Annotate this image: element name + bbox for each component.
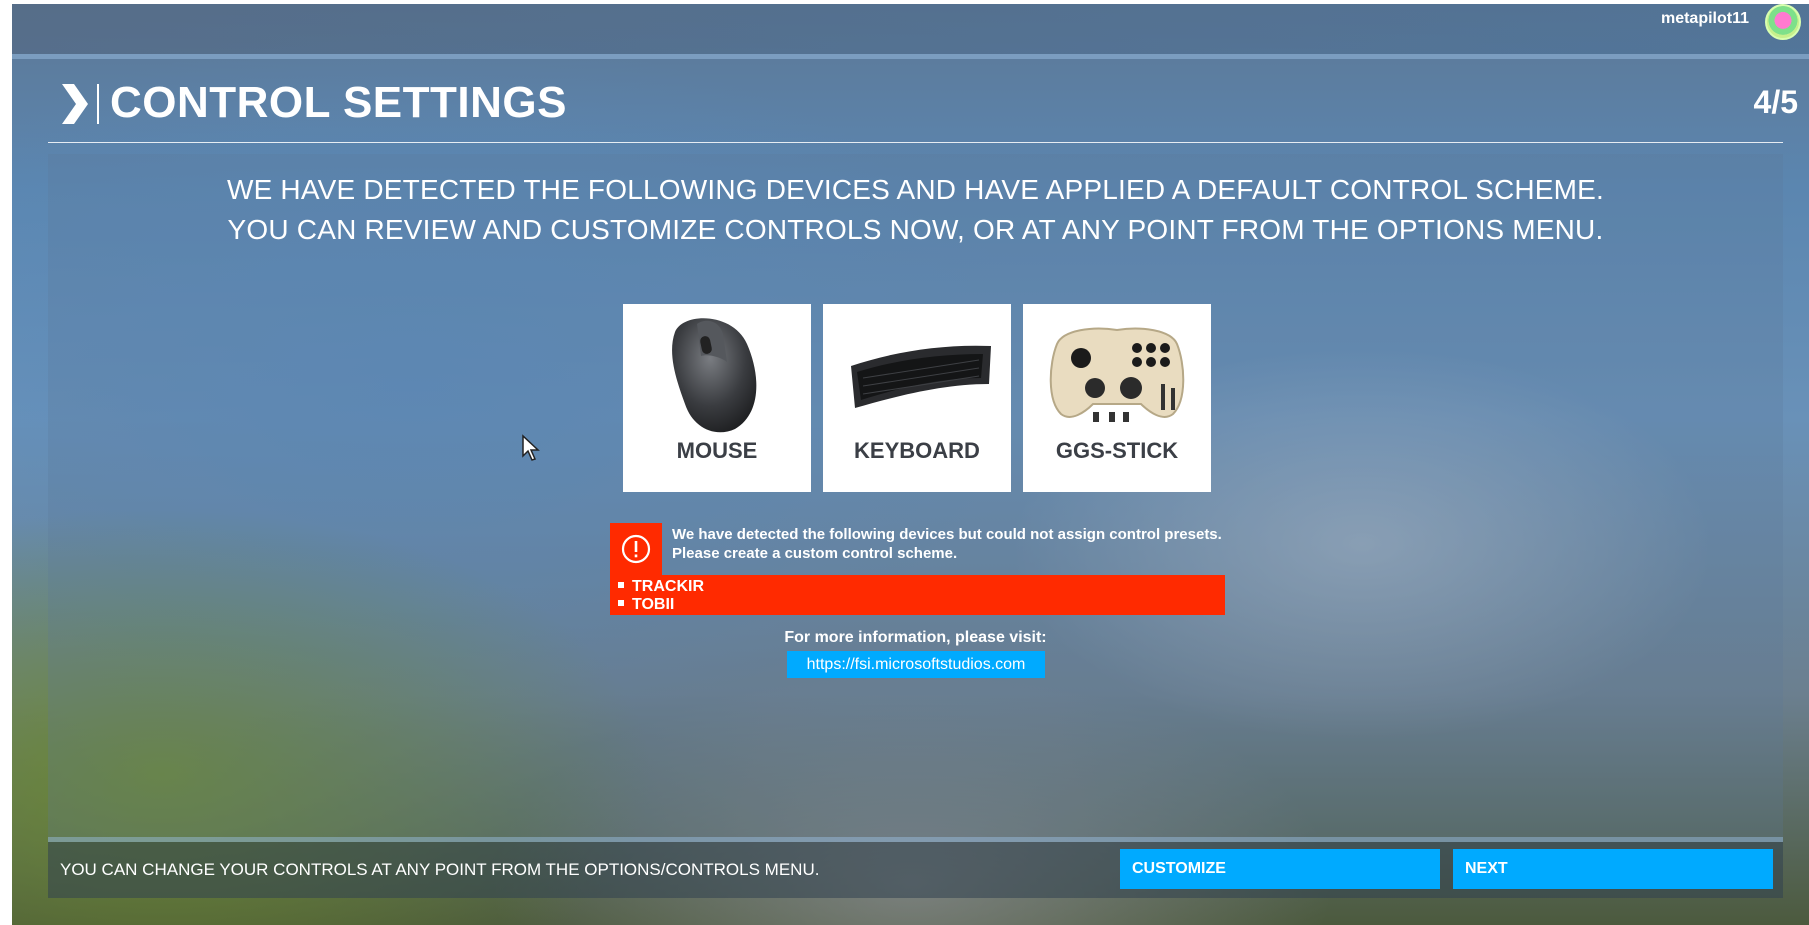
footer-text: YOU CAN CHANGE YOUR CONTROLS AT ANY POIN…	[60, 860, 820, 879]
device-label: GGS-STICK	[1055, 438, 1179, 463]
step-indicator: 4/5	[1753, 84, 1798, 120]
intro-line-2: YOU CAN REVIEW AND CUSTOMIZE CONTROLS NO…	[227, 214, 1604, 245]
list-item: TRACKIR	[618, 578, 704, 596]
page-header: CONTROL SETTINGS 4/5	[48, 74, 1798, 134]
top-bar	[12, 4, 1809, 54]
top-bar-divider	[12, 54, 1809, 59]
info-text: For more information, please visit:	[784, 629, 1047, 646]
intro-line-1: WE HAVE DETECTED THE FOLLOWING DEVICES A…	[226, 174, 1605, 205]
alert-badge	[610, 523, 662, 575]
next-button[interactable]: NEXT	[1453, 849, 1773, 889]
alert-message: Please create a custom control scheme.	[672, 545, 958, 562]
footer-bar: YOU CAN CHANGE YOUR CONTROLS AT ANY POIN…	[48, 842, 1783, 898]
keyboard-icon	[851, 345, 991, 408]
mouse-icon	[672, 318, 757, 433]
screen: metapilot11 CONTROL SETTINGS 4/5 WE HAVE…	[12, 4, 1809, 925]
chevron-right-icon	[62, 84, 88, 124]
device-tile-mouse[interactable]: MOUSE	[623, 304, 811, 492]
username[interactable]: metapilot11	[1661, 10, 1749, 28]
exclamation-circle-icon	[621, 534, 651, 564]
device-label: MOUSE	[676, 438, 758, 463]
list-item: TOBII	[618, 596, 674, 614]
device-tile-ggs-stick[interactable]: GGS-STICK	[1023, 304, 1211, 492]
device-label: KEYBOARD	[854, 438, 980, 463]
mouse-cursor-icon	[522, 434, 540, 461]
main-panel: WE HAVE DETECTED THE FOLLOWING DEVICES A…	[48, 154, 1783, 837]
title-divider	[97, 84, 99, 124]
avatar[interactable]	[1765, 4, 1801, 40]
header-rule	[48, 142, 1783, 143]
device-tile-keyboard[interactable]: KEYBOARD	[823, 304, 1011, 492]
page-title: CONTROL SETTINGS	[110, 78, 567, 127]
undetected-device-list: TRACKIR TOBII	[610, 575, 1225, 615]
info-link[interactable]: https://fsi.microsoftstudios.com	[787, 651, 1045, 678]
alert-message: We have detected the following devices b…	[672, 526, 1222, 543]
gamepad-icon	[1049, 327, 1185, 422]
customize-button[interactable]: CUSTOMIZE	[1120, 849, 1440, 889]
